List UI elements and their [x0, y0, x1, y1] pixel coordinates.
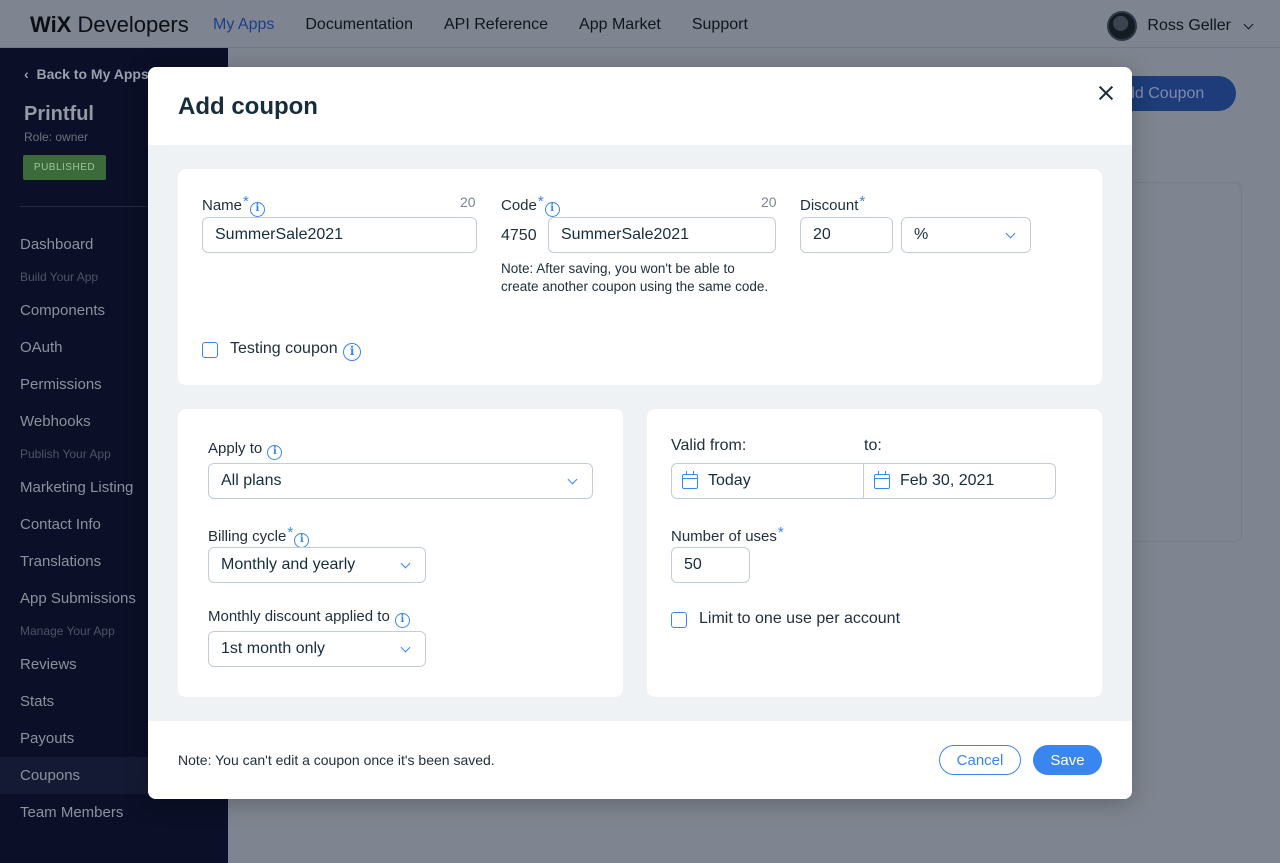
name-label: Name* i [202, 193, 265, 217]
chevron-left-icon: ‹ [24, 66, 29, 82]
testing-coupon-label: Testing coupon i [230, 340, 362, 361]
sidebar-item-team-members[interactable]: Team Members [20, 804, 123, 821]
sidebar-item-webhooks[interactable]: Webhooks [20, 413, 91, 430]
main-nav: My Apps Documentation API Reference App … [213, 16, 748, 34]
nav-app-market[interactable]: App Market [579, 16, 661, 34]
code-char-count: 20 [761, 194, 777, 210]
sidebar-item-components[interactable]: Components [20, 302, 105, 319]
chevron-down-icon [1243, 19, 1254, 29]
plans-card: Apply to i All plans Billing cycle* i Mon… [178, 409, 623, 697]
limit-one-use-checkbox[interactable] [671, 612, 687, 628]
nav-documentation[interactable]: Documentation [305, 16, 413, 34]
top-navigation-bar: WiX Developers My Apps Documentation API… [0, 4, 1280, 48]
info-icon[interactable]: i [294, 533, 310, 548]
sidebar-item-coupons[interactable]: Coupons [20, 767, 80, 784]
sidebar-item-permissions[interactable]: Permissions [20, 376, 102, 393]
modal-footer: Note: You can't edit a coupon once it's … [148, 721, 1132, 799]
coupon-details-card: Name* i 20 SummerSale2021 Code* i 20 4750 … [178, 169, 1102, 385]
name-input[interactable]: SummerSale2021 [202, 217, 477, 253]
required-asterisk: * [287, 524, 294, 541]
apply-to-label: Apply to i [208, 440, 283, 460]
chevron-down-icon [1005, 228, 1016, 238]
avatar [1107, 11, 1138, 41]
sidebar-item-contact-info[interactable]: Contact Info [20, 516, 101, 533]
modal-header: Add coupon [148, 67, 1132, 145]
footer-note: Note: You can't edit a coupon once it's … [178, 752, 495, 768]
discount-unit-select[interactable]: % [901, 217, 1031, 253]
cancel-button[interactable]: Cancel [939, 745, 1021, 775]
valid-to-label: to: [864, 437, 882, 454]
code-prefix: 4750 [501, 227, 537, 244]
apply-to-select[interactable]: All plans [208, 463, 593, 499]
sidebar-item-stats[interactable]: Stats [20, 693, 54, 710]
required-asterisk: * [777, 524, 784, 541]
limit-one-use-label: Limit to one use per account [699, 610, 901, 627]
calendar-icon [874, 470, 890, 489]
billing-cycle-label: Billing cycle* i [208, 524, 310, 548]
name-char-count: 20 [460, 194, 476, 210]
app-role: Role: owner [24, 130, 89, 144]
valid-from-date-input[interactable]: Today [671, 463, 864, 499]
sidebar-item-reviews[interactable]: Reviews [20, 656, 77, 673]
required-asterisk: * [537, 193, 544, 210]
nav-support[interactable]: Support [692, 16, 748, 34]
chevron-down-icon [400, 558, 411, 568]
valid-to-date-input[interactable]: Feb 30, 2021 [863, 463, 1056, 499]
wix-developers-logo[interactable]: WiX Developers [30, 12, 189, 38]
sidebar-item-app-submissions[interactable]: App Submissions [20, 590, 136, 607]
required-asterisk: * [243, 193, 249, 210]
sidebar-section-manage: Manage Your App [20, 624, 115, 638]
close-icon[interactable] [1094, 81, 1118, 105]
number-of-uses-input[interactable]: 50 [671, 547, 750, 583]
monthly-discount-label: Monthly discount applied to i [208, 608, 410, 628]
testing-coupon-checkbox[interactable] [202, 342, 218, 358]
sidebar-item-dashboard[interactable]: Dashboard [20, 236, 93, 253]
info-icon[interactable]: i [343, 343, 362, 361]
sidebar-item-payouts[interactable]: Payouts [20, 730, 74, 747]
modal-body: Name* i 20 SummerSale2021 Code* i 20 4750 … [148, 145, 1132, 721]
modal-title: Add coupon [178, 93, 318, 120]
code-label: Code* i [501, 193, 560, 217]
number-of-uses-label: Number of uses* [671, 524, 784, 545]
sidebar-item-marketing-listing[interactable]: Marketing Listing [20, 479, 133, 496]
code-input[interactable]: SummerSale2021 [548, 217, 776, 253]
user-menu[interactable]: Ross Geller [1107, 11, 1254, 41]
sidebar-section-publish: Publish Your App [20, 447, 111, 461]
nav-my-apps[interactable]: My Apps [213, 16, 274, 34]
info-icon[interactable]: i [394, 613, 410, 628]
app-name: Printful [24, 103, 94, 125]
chevron-down-icon [400, 642, 411, 652]
sidebar-item-oauth[interactable]: OAuth [20, 339, 63, 356]
info-icon[interactable]: i [544, 202, 560, 217]
discount-input[interactable]: 20 [800, 217, 893, 253]
save-button[interactable]: Save [1033, 745, 1102, 775]
user-name: Ross Geller [1147, 17, 1231, 34]
status-badge: PUBLISHED [23, 155, 106, 180]
nav-api-reference[interactable]: API Reference [444, 16, 548, 34]
back-to-my-apps-link[interactable]: ‹ Back to My Apps [24, 66, 149, 82]
monthly-discount-select[interactable]: 1st month only [208, 631, 426, 667]
billing-cycle-select[interactable]: Monthly and yearly [208, 547, 426, 583]
valid-from-label: Valid from: [671, 437, 747, 454]
required-asterisk: * [859, 193, 866, 210]
validity-card: Valid from: to: Today Feb 30, 2021 Numbe… [647, 409, 1102, 697]
info-icon[interactable]: i [267, 445, 283, 460]
sidebar-item-translations[interactable]: Translations [20, 553, 101, 570]
sidebar-section-build: Build Your App [20, 270, 99, 284]
discount-label: Discount* [800, 193, 866, 214]
info-icon[interactable]: i [249, 202, 265, 217]
code-note: Note: After saving, you won't be able to… [501, 261, 769, 294]
add-coupon-modal: Add coupon Name* i 20 SummerSale2021 Code… [148, 67, 1132, 799]
chevron-down-icon [567, 474, 578, 484]
calendar-icon [682, 470, 698, 489]
